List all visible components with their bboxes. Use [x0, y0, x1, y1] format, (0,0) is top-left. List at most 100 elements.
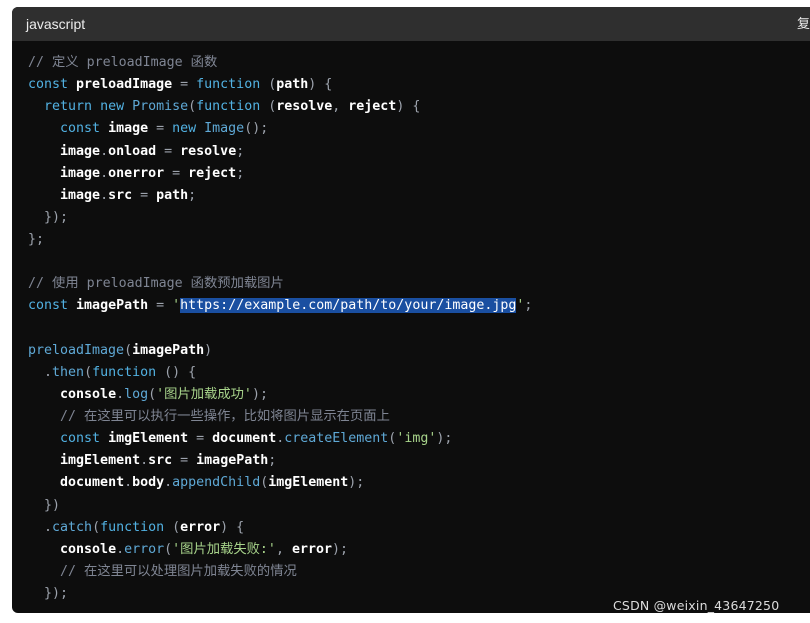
code-token-ident: image	[60, 165, 101, 181]
code-token-ident: imagePath	[76, 298, 149, 314]
code-token-ident: console	[60, 386, 117, 402]
code-token-punct: =	[164, 165, 189, 181]
code-token-ident: imgElement	[108, 431, 189, 447]
code-token-punct: =	[132, 187, 157, 203]
code-token-punct: .	[124, 475, 133, 491]
code-line: image.onerror = reject;	[28, 163, 532, 185]
code-line: // 定义 preloadImage 函数	[28, 52, 532, 74]
code-token-ident: path	[156, 187, 189, 203]
code-line: // 在这里可以处理图片加载失败的情况	[28, 561, 532, 583]
code-token-ident: onload	[108, 143, 157, 159]
code-token-punct: });	[28, 586, 69, 601]
code-token-ident: console	[60, 541, 117, 557]
code-token-punct: });	[28, 209, 69, 225]
code-block-header: javascript 复	[12, 7, 810, 41]
code-line: .catch(function (error) {	[28, 517, 532, 539]
code-token-punct: ,	[275, 541, 292, 557]
code-token-punct: ,	[332, 99, 349, 115]
code-line: imgElement.src = imagePath;	[28, 450, 532, 472]
code-token-string: '	[172, 298, 181, 314]
code-token-punct: =	[148, 298, 173, 314]
code-token-punct: =	[172, 77, 197, 93]
code-token-ident: document	[212, 431, 277, 447]
code-token-ident: resolve	[180, 143, 237, 159]
code-token-comment: // 定义 preloadImage 函数	[28, 55, 218, 70]
code-token-punct: =	[156, 143, 181, 159]
code-token-keyword: const	[28, 298, 77, 314]
code-token-keyword: function	[196, 77, 261, 93]
code-token-punct: (	[260, 99, 277, 115]
code-token-ident: imagePath	[196, 453, 269, 469]
code-token-string: '图片加载失败:'	[172, 541, 276, 557]
code-token-punct: .	[164, 475, 173, 491]
code-token-punct: .	[28, 364, 53, 380]
code-token-punct: (	[188, 99, 197, 115]
code-token-selected: https://example.com/path/to/your/image.j…	[180, 298, 517, 314]
code-line: // 在这里可以执行一些操作，比如将图片显示在页面上	[28, 406, 532, 428]
code-token-punct: );	[348, 475, 365, 491]
code-token-punct: .	[100, 143, 109, 159]
code-line: const imgElement = document.createElemen…	[28, 428, 532, 450]
code-token-punct: )	[204, 342, 213, 358]
code-line: const imagePath = 'https://example.com/p…	[28, 295, 532, 317]
code-line: };	[28, 229, 532, 251]
code-token-keyword: new	[100, 99, 133, 115]
code-token-ident: resolve	[276, 99, 333, 115]
code-token-keyword: function	[100, 519, 165, 535]
code-token-keyword: new	[172, 121, 205, 137]
code-token-func: Promise	[132, 99, 189, 115]
code-token-keyword: function	[92, 364, 157, 380]
code-token-punct: .	[116, 386, 125, 402]
code-token-punct: =	[172, 453, 197, 469]
code-token-func: createElement	[284, 431, 389, 447]
code-token-punct: ;	[236, 143, 245, 159]
code-token-ident: document	[60, 475, 125, 491]
code-token-punct: =	[188, 431, 213, 447]
code-token-punct: ;	[236, 165, 245, 181]
code-token-ident: body	[132, 475, 165, 491]
code-token-func: catch	[52, 519, 93, 535]
code-token-punct: (	[164, 519, 181, 535]
code-token-func: log	[124, 386, 149, 402]
code-token-ident: src	[108, 187, 133, 203]
code-token-punct: );	[436, 431, 453, 447]
copy-button[interactable]: 复	[797, 7, 810, 41]
code-token-keyword: const	[28, 431, 109, 447]
code-line: console.error('图片加载失败:', error);	[28, 539, 532, 561]
code-token-punct: ;	[268, 453, 277, 469]
code-block: javascript 复 // 定义 preloadImage 函数 const …	[12, 7, 810, 613]
code-token-ident: imagePath	[132, 342, 205, 358]
code-token-punct: (	[164, 541, 173, 557]
code-token-func: appendChild	[172, 475, 261, 491]
code-token-punct: ) {	[220, 519, 245, 535]
code-token-punct: })	[28, 497, 61, 513]
code-token-punct: ();	[244, 121, 269, 137]
code-token-punct: .	[116, 541, 125, 557]
code-line: // 使用 preloadImage 函数预加载图片	[28, 273, 532, 295]
code-token-keyword: return	[28, 99, 101, 115]
code-token-punct: .	[140, 453, 149, 469]
code-line: })	[28, 495, 532, 517]
code-token-string: 'img'	[396, 431, 437, 447]
code-token-ident: image	[60, 143, 101, 159]
code-token-ident: image	[60, 187, 101, 203]
code-token-ident: imgElement	[60, 453, 141, 469]
code-token-punct: );	[251, 386, 268, 402]
code-line: console.log('图片加载成功');	[28, 384, 532, 406]
code-token-ident: error	[291, 541, 332, 557]
code-token-keyword: const	[28, 121, 109, 137]
code-content[interactable]: // 定义 preloadImage 函数 const preloadImage …	[28, 52, 532, 605]
code-token-func: Image	[204, 121, 245, 137]
code-token-punct: (	[260, 77, 277, 93]
code-token-punct: };	[28, 232, 45, 247]
code-line: image.onload = resolve;	[28, 141, 532, 163]
code-line: const preloadImage = function (path) {	[28, 74, 532, 96]
code-token-punct: ;	[188, 187, 197, 203]
